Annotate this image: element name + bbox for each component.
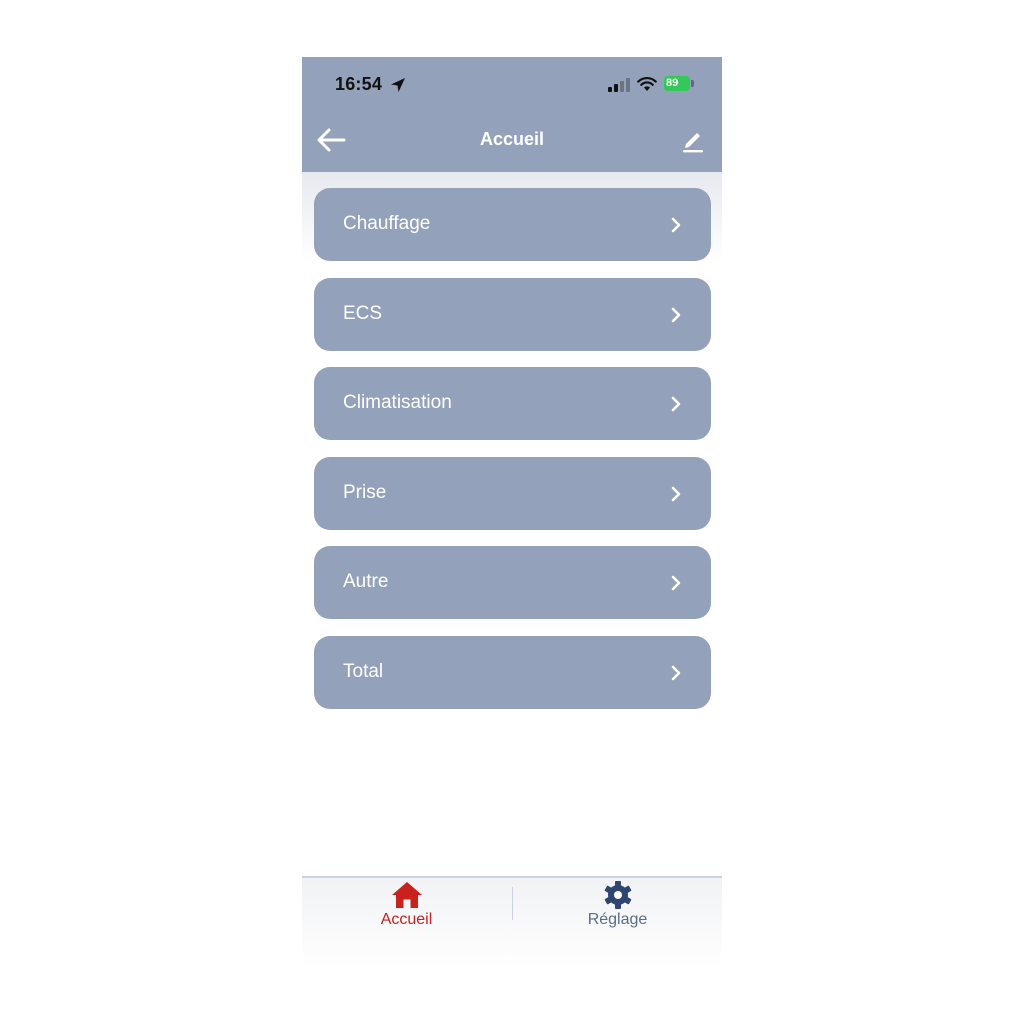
wifi-icon [637,77,657,91]
status-time: 16:54 [335,74,383,94]
chevron-right-icon [671,486,681,501]
category-menu-list: Chauffage ECS Climatisation Prise Autre [314,188,711,725]
app-header: 16:54 89 Accueil [302,57,722,172]
tab-label: Réglage [587,911,648,928]
menu-item-autre[interactable]: Autre [314,546,711,619]
menu-item-label: Total [343,660,384,682]
gear-icon [604,881,632,909]
menu-item-label: Chauffage [343,213,431,234]
menu-item-label: Prise [343,481,387,503]
home-icon [392,882,422,908]
chevron-right-icon [671,665,681,680]
navigation-bar: Accueil [302,113,722,172]
menu-item-prise[interactable]: Prise [314,456,711,530]
edit-button[interactable] [678,125,708,155]
battery-indicator: 89 [664,76,690,91]
chevron-right-icon [671,307,681,322]
menu-item-climatisation[interactable]: Climatisation [314,367,711,440]
cellular-signal-icon [608,78,630,92]
menu-item-label: ECS [343,302,383,324]
menu-item-label: Climatisation [343,392,452,413]
chevron-right-icon [671,396,681,412]
menu-item-total[interactable]: Total [314,635,711,709]
tab-accueil[interactable]: Accueil [302,878,511,938]
app-screen: 16:54 89 Accueil Chauffage ECS Climatisa… [302,57,722,967]
battery-cap [691,80,694,87]
tab-label: Accueil [380,911,433,928]
menu-item-chauffage[interactable]: Chauffage [314,188,711,261]
chevron-right-icon [671,217,681,233]
menu-item-label: Autre [343,571,389,592]
chevron-right-icon [671,575,681,591]
pencil-icon [683,133,703,153]
page-title: Accueil [479,129,545,149]
status-bar: 16:54 89 [302,57,722,113]
location-arrow-icon [391,78,405,92]
tab-reglage[interactable]: Réglage [513,878,722,938]
bottom-tab-bar: Accueil Réglage [302,876,722,967]
menu-item-ecs[interactable]: ECS [314,277,711,351]
